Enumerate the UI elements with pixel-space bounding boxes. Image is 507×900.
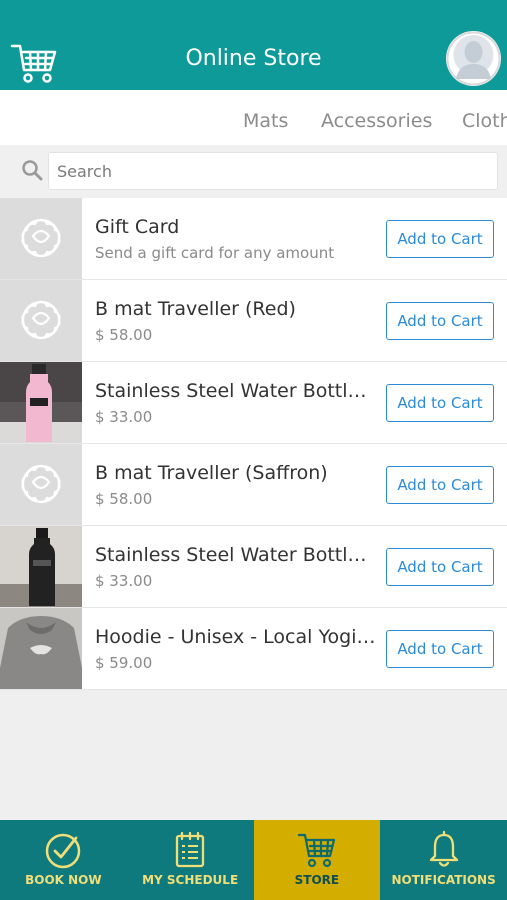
check-circle-icon [46,833,81,869]
nav-label: BOOK NOW [25,873,102,887]
nav-label: MY SCHEDULE [142,873,239,887]
product-row[interactable]: Gift Card Send a gift card for any amoun… [0,198,507,280]
user-avatar[interactable] [446,31,501,86]
product-name: B mat Traveller (Red) [95,298,296,320]
app-header: Online Store [0,0,507,90]
add-to-cart-button[interactable]: Add to Cart [386,466,494,504]
page-title: Online Store [185,46,322,71]
product-list: Gift Card Send a gift card for any amoun… [0,198,507,690]
search-bar [0,145,507,198]
logo-placeholder-thumb [0,444,82,525]
product-price: $ 58.00 [95,490,153,508]
tab-mats[interactable]: Mats [243,110,288,132]
calendar-list-icon [175,831,205,868]
nav-notifications[interactable]: NOTIFICATIONS [380,820,507,900]
hoodie-photo [0,608,82,689]
shopping-cart-icon [297,833,335,868]
add-to-cart-button[interactable]: Add to Cart [386,384,494,422]
product-row[interactable]: B mat Traveller (Saffron) $ 58.00 Add to… [0,444,507,526]
black-bottle-image [0,526,82,607]
hoodie-image [0,608,82,689]
product-name: Stainless Steel Water Bottle (Black) [95,544,378,566]
add-to-cart-button[interactable]: Add to Cart [386,548,494,586]
product-price: $ 33.00 [95,408,153,426]
tab-accessories[interactable]: Accessories [321,110,432,132]
category-tabs: Mats Accessories Clothing [0,90,507,145]
bell-icon [429,830,458,867]
product-name: Stainless Steel Water Bottle (Pink) [95,380,378,402]
nav-book-now[interactable]: BOOK NOW [0,820,127,900]
pink-bottle-image [0,362,82,443]
nav-store[interactable]: STORE [253,820,381,900]
tab-clothing[interactable]: Clothing [462,110,507,132]
product-row[interactable]: Stainless Steel Water Bottle (Black) $ 3… [0,526,507,608]
add-to-cart-button[interactable]: Add to Cart [386,220,494,258]
logo-icon [21,300,61,340]
product-row[interactable]: Hoodie - Unisex - Local Yogi (Grey) $ 59… [0,608,507,690]
search-input[interactable] [48,152,498,190]
logo-placeholder-thumb [0,280,82,361]
nav-label: STORE [294,873,340,887]
product-description: Send a gift card for any amount [95,244,335,262]
product-name: Hoodie - Unisex - Local Yogi (Grey) [95,626,378,648]
add-to-cart-button[interactable]: Add to Cart [386,630,494,668]
add-to-cart-button[interactable]: Add to Cart [386,302,494,340]
product-row[interactable]: B mat Traveller (Red) $ 58.00 Add to Car… [0,280,507,362]
product-name: B mat Traveller (Saffron) [95,462,328,484]
nav-label: NOTIFICATIONS [391,873,496,887]
search-icon [22,160,43,181]
bottom-nav: BOOK NOW MY SCHEDULE STORE NOTIFICATIONS [0,820,507,900]
product-price: $ 58.00 [95,326,153,344]
logo-icon [21,464,61,504]
product-row[interactable]: Stainless Steel Water Bottle (Pink) $ 33… [0,362,507,444]
product-name: Gift Card [95,216,180,238]
pink-bottle-photo [0,362,82,443]
black-bottle-photo [0,526,82,607]
product-price: $ 33.00 [95,572,153,590]
person-silhouette-icon [446,31,501,86]
logo-icon [21,218,61,258]
product-price: $ 59.00 [95,654,153,672]
logo-placeholder-thumb [0,198,82,279]
nav-my-schedule[interactable]: MY SCHEDULE [127,820,254,900]
